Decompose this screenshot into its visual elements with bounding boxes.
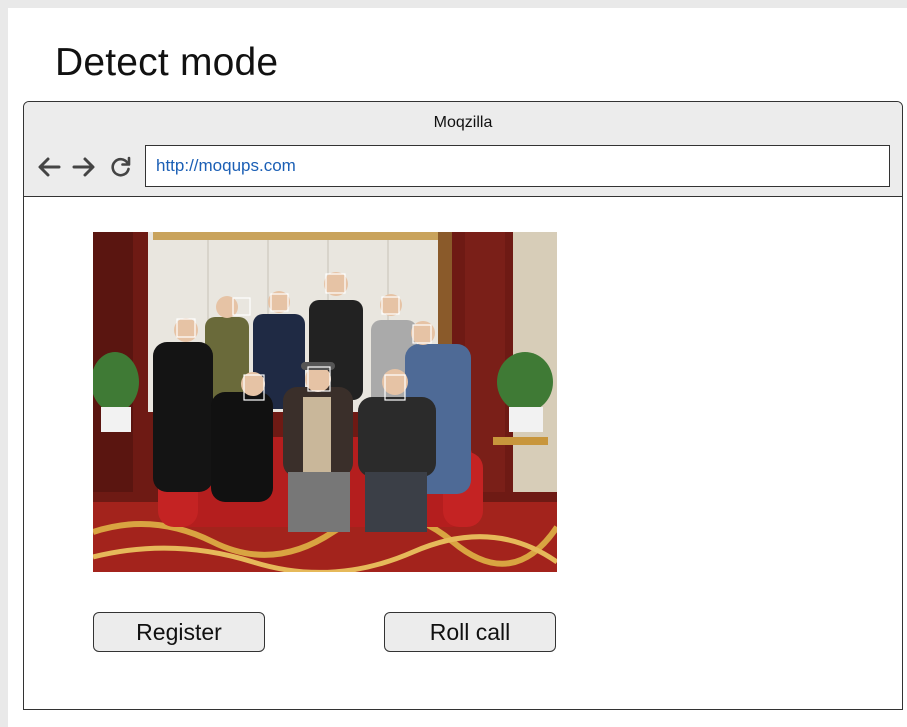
group-photo-image bbox=[93, 232, 557, 572]
browser-chrome: Moqzilla bbox=[24, 102, 902, 197]
forward-button[interactable] bbox=[71, 154, 97, 180]
register-button[interactable]: Register bbox=[93, 612, 265, 652]
reload-button[interactable] bbox=[108, 154, 134, 180]
arrow-left-icon bbox=[38, 157, 61, 177]
window-title: Moqzilla bbox=[433, 114, 493, 131]
browser-viewport: Register Roll call bbox=[24, 197, 902, 709]
url-input[interactable] bbox=[145, 145, 890, 187]
reload-icon bbox=[111, 156, 131, 177]
roll-call-button[interactable]: Roll call bbox=[384, 612, 556, 652]
browser-window: Moqzilla http://moqups.com Register Roll… bbox=[23, 101, 903, 710]
arrow-right-icon bbox=[72, 157, 95, 177]
page: Detect mode Moqzilla http://moqups.com R… bbox=[8, 8, 907, 727]
back-button[interactable] bbox=[36, 154, 62, 180]
group-photo bbox=[93, 232, 557, 572]
page-title: Detect mode bbox=[55, 41, 279, 84]
